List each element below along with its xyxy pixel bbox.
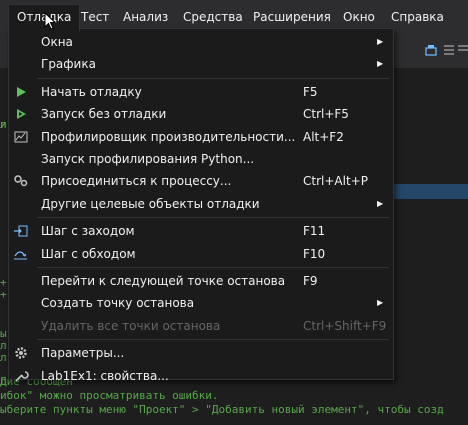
profiler-icon [14, 131, 28, 143]
submenu-arrow-icon: ▶ [377, 198, 384, 208]
menu-item-shortcut: Ctrl+Shift+F9 [303, 318, 387, 333]
menubar-item-4[interactable]: Расширения [246, 6, 338, 28]
step-into-icon [14, 225, 28, 237]
menu-item-label: Перейти к следующей точке останова [41, 274, 286, 288]
menu-item-label: Создать точку останова [41, 296, 195, 311]
play-outline-icon [17, 109, 26, 120]
submenu-arrow-icon: ▶ [377, 59, 384, 69]
menu-item-14[interactable]: Создать точку останова ▶ [9, 292, 393, 314]
menu-item-label: Шаг с обходом [41, 246, 136, 261]
menu-item-shortcut: F5 [303, 84, 318, 99]
toolbar [394, 34, 468, 68]
menu-item-label: Присоединиться к процессу... [41, 174, 232, 189]
menu-item-label: Окна [41, 35, 73, 49]
text-selection [392, 184, 468, 199]
menubar-item-6[interactable]: Справка [384, 6, 451, 28]
menu-item-shortcut: F9 [303, 274, 318, 288]
menubar-item-2[interactable]: Анализ [116, 6, 175, 28]
menu-item-15: Удалить все точки останова Ctrl+Shift+F9 [9, 315, 393, 337]
menu-item-label: Lab1Ex1: свойства... [41, 368, 169, 383]
menu-item-label: Удалить все точки останова [41, 318, 221, 333]
menu-item-label: Запуск профилирования Python... [41, 152, 255, 166]
menu-item-label: Шаг с заходом [41, 224, 135, 239]
menu-item-13[interactable]: Перейти к следующей точке останова F9 [9, 270, 393, 292]
menu-item-shortcut: F11 [303, 224, 326, 239]
menubar-item-3[interactable]: Средства [176, 6, 250, 28]
menu-item-label: Начать отладку [41, 84, 142, 99]
code-line: ибок" можно просматривать ошибки. [0, 389, 219, 402]
menu-item-18[interactable]: Lab1Ex1: свойства... [9, 365, 393, 387]
menubar-item-5[interactable]: Окно [336, 6, 382, 28]
menu-separator [37, 217, 389, 219]
menu-item-label: Профилировщик производительности... [41, 129, 296, 144]
menu-separator [37, 77, 389, 79]
menu-item-label: Другие целевые объекты отладки [41, 196, 260, 211]
menu-item-4[interactable]: Запуск без отладки Ctrl+F5 [9, 103, 393, 125]
menu-item-label: Параметры... [41, 346, 125, 361]
submenu-arrow-icon: ▶ [377, 37, 384, 46]
menu-separator [37, 267, 389, 268]
play-icon [17, 86, 26, 97]
step-over-icon [14, 251, 27, 260]
menu-item-shortcut: F10 [303, 246, 326, 261]
menu-item-5[interactable]: Профилировщик производительности... Alt+F… [9, 126, 393, 148]
menu-item-shortcut: Alt+F2 [303, 129, 344, 144]
submenu-arrow-icon: ▶ [377, 298, 384, 308]
menu-item-3[interactable]: Начать отладку F5 [9, 81, 393, 103]
menu-item-label: Графика [41, 57, 96, 72]
gear-icon [15, 347, 27, 359]
menu-item-shortcut: Ctrl+Alt+P [303, 174, 368, 189]
mouse-cursor-icon [44, 12, 56, 30]
code-line: + [0, 288, 7, 301]
toolbar-edge [0, 34, 8, 68]
menu-item-1[interactable]: Графика ▶ [9, 53, 393, 75]
menu-item-6[interactable]: Запуск профилирования Python... [9, 148, 393, 170]
toolbar-list-icon[interactable] [442, 43, 456, 57]
toolbar-list-icon-2[interactable] [456, 43, 468, 57]
debug-menu-dropdown: Окна ▶ Графика ▶ Начать отладку F5 Запуск без … [8, 28, 394, 383]
menu-item-7[interactable]: Присоединиться к процессу... Ctrl+Alt+P [9, 170, 393, 192]
menu-separator [37, 339, 389, 341]
code-line: л [0, 351, 7, 364]
wrench-icon [15, 370, 29, 382]
menu-item-10[interactable]: Шаг с заходом F11 [9, 220, 393, 242]
menu-item-shortcut: Ctrl+F5 [303, 107, 349, 122]
menu-item-11[interactable]: Шаг с обходом F10 [9, 243, 393, 265]
menu-item-label: Запуск без отладки [41, 107, 167, 122]
attach-process-icon [14, 175, 28, 187]
code-line: ыберите пункты меню "Проект" > "Добавить… [0, 403, 444, 416]
toolbar-button-icon[interactable] [424, 43, 438, 57]
menu-item-17[interactable]: Параметры... [9, 342, 393, 364]
menu-item-0[interactable]: Окна ▶ [9, 31, 393, 53]
menu-item-8[interactable]: Другие целевые объекты отладки ▶ [9, 193, 393, 215]
